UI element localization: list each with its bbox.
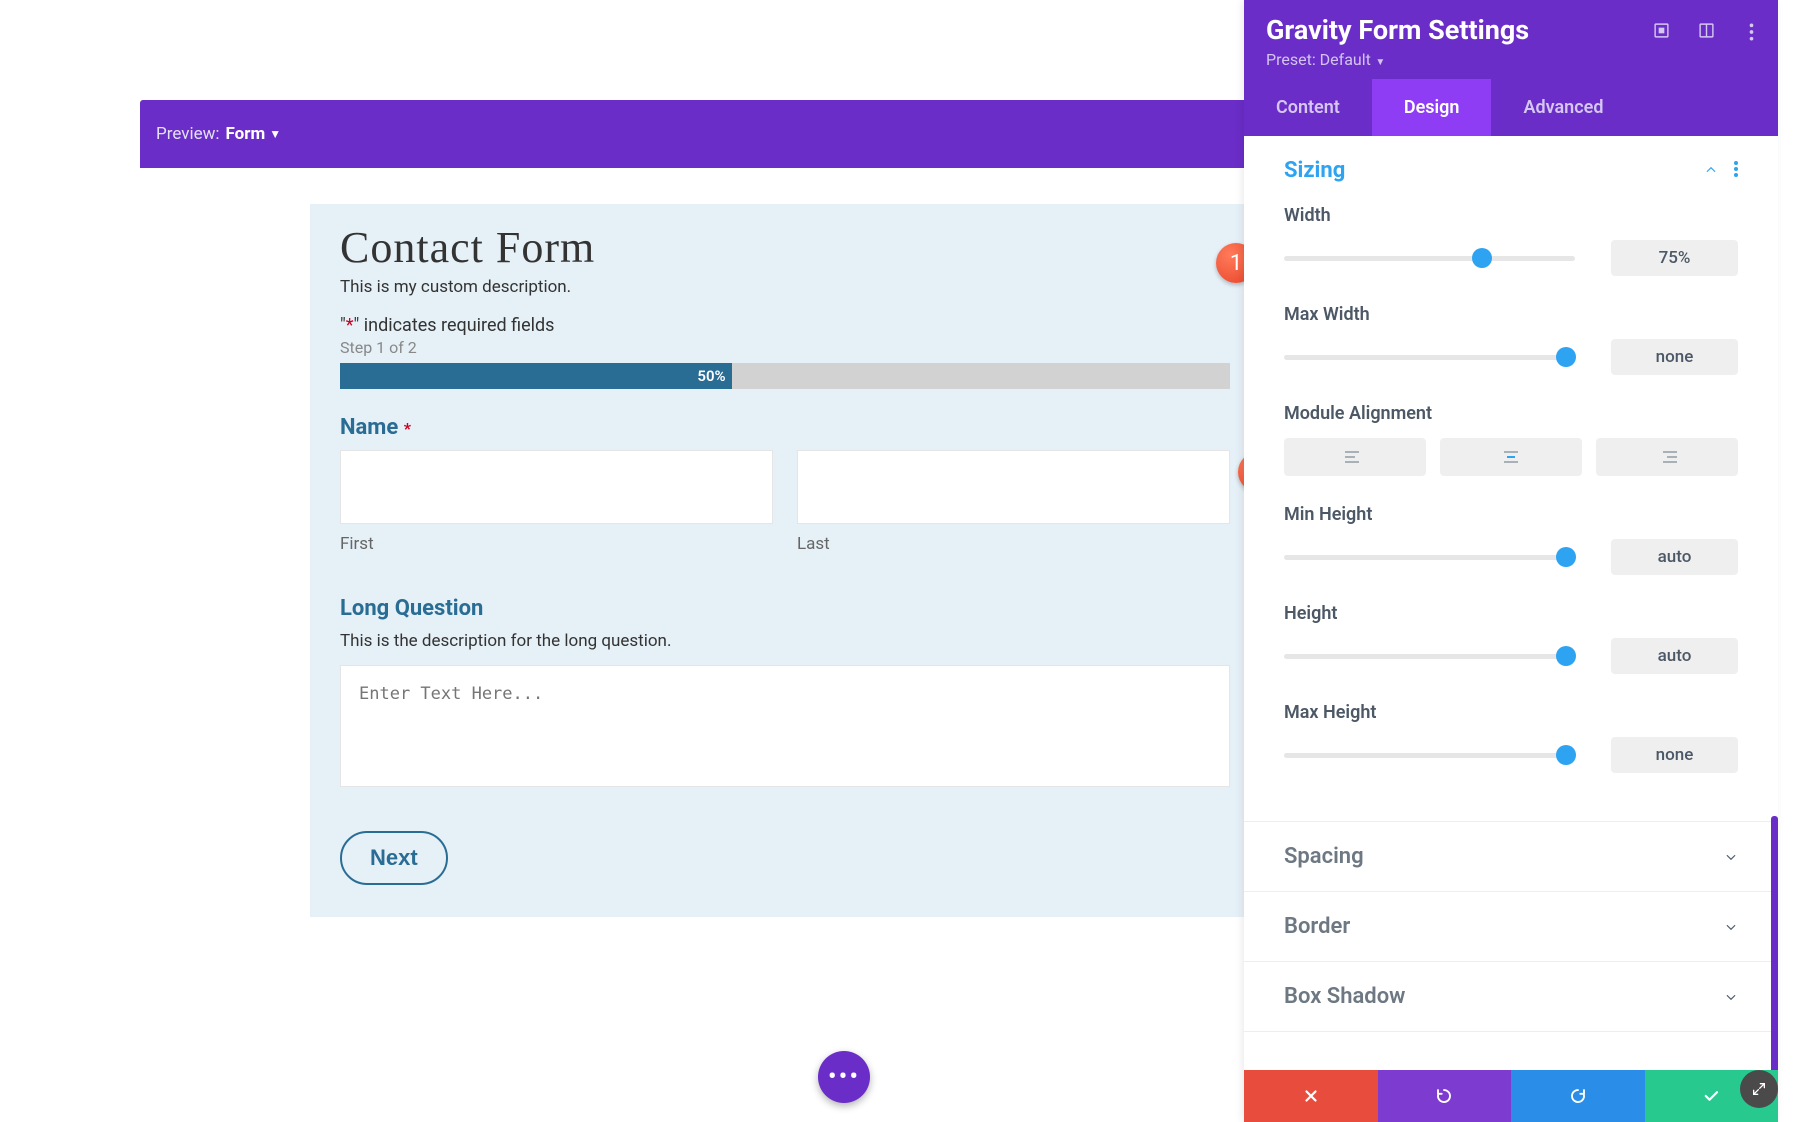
width-slider-thumb[interactable] [1472, 248, 1492, 268]
preset-dropdown[interactable]: Preset: Default ▼ [1266, 50, 1756, 69]
width-value[interactable]: 75% [1611, 240, 1738, 276]
chevron-down-icon [1724, 920, 1738, 934]
min-height-value[interactable]: auto [1611, 539, 1738, 575]
redo-icon [1569, 1087, 1587, 1105]
section-border-header[interactable]: Border [1244, 892, 1778, 961]
required-note: "*" indicates required fields [340, 315, 1230, 336]
long-question-textarea[interactable] [340, 665, 1230, 787]
section-spacing-title: Spacing [1284, 844, 1364, 869]
long-question-description: This is the description for the long que… [340, 631, 1230, 651]
tab-content[interactable]: Content [1244, 79, 1372, 136]
panel-footer [1244, 1070, 1778, 1122]
height-value[interactable]: auto [1611, 638, 1738, 674]
height-label: Height [1284, 603, 1738, 624]
min-height-slider[interactable] [1284, 555, 1575, 560]
redo-button[interactable] [1511, 1070, 1645, 1122]
align-left-button[interactable] [1284, 438, 1426, 476]
width-slider[interactable] [1284, 256, 1575, 261]
progress-percent: 50% [697, 367, 725, 385]
section-menu-icon[interactable] [1734, 161, 1738, 177]
panel-body[interactable]: Sizing Width 75% Max W [1244, 136, 1778, 1070]
max-width-label: Max Width [1284, 304, 1738, 325]
settings-panel: Gravity Form Settings Preset: Default ▼ … [1244, 0, 1778, 1122]
control-min-height: Min Height auto [1284, 504, 1738, 575]
first-name-sublabel: First [340, 534, 773, 554]
section-box-shadow-header[interactable]: Box Shadow [1244, 962, 1778, 1031]
expand-fab[interactable] [1740, 1070, 1778, 1108]
chevron-down-icon [1724, 850, 1738, 864]
expand-icon [1751, 1081, 1767, 1097]
form-container: Contact Form This is my custom descripti… [310, 204, 1260, 917]
preview-dropdown[interactable]: Form [226, 124, 266, 144]
align-center-button[interactable] [1440, 438, 1582, 476]
width-label: Width [1284, 205, 1738, 226]
control-module-alignment: Module Alignment [1284, 403, 1738, 476]
chevron-down-icon [1724, 990, 1738, 1004]
preview-label: Preview: [156, 124, 220, 144]
tab-design[interactable]: Design [1372, 79, 1492, 136]
tab-advanced[interactable]: Advanced [1491, 79, 1635, 136]
section-sizing-header[interactable]: Sizing [1244, 136, 1778, 205]
control-max-height: Max Height none [1284, 702, 1738, 773]
undo-button[interactable] [1378, 1070, 1512, 1122]
panel-tabs: Content Design Advanced [1244, 79, 1778, 136]
responsive-icon[interactable] [1653, 22, 1670, 46]
section-sizing-content: Width 75% Max Width none [1244, 205, 1778, 821]
max-width-slider-thumb[interactable] [1556, 347, 1576, 367]
close-icon [1302, 1087, 1320, 1105]
last-name-sublabel: Last [797, 534, 1230, 554]
step-indicator: Step 1 of 2 [340, 338, 1230, 357]
form-description: This is my custom description. [340, 277, 1230, 297]
section-spacing-header[interactable]: Spacing [1244, 822, 1778, 891]
next-button[interactable]: Next [340, 831, 448, 885]
section-box-shadow-title: Box Shadow [1284, 984, 1405, 1009]
first-name-input[interactable] [340, 450, 773, 524]
cancel-button[interactable] [1244, 1070, 1378, 1122]
check-icon [1702, 1087, 1720, 1105]
progress-bar: 50% [340, 363, 1230, 389]
min-height-label: Min Height [1284, 504, 1738, 525]
help-icon[interactable] [1698, 22, 1715, 46]
max-height-slider[interactable] [1284, 753, 1575, 758]
caret-down-icon[interactable]: ▼ [269, 127, 281, 141]
height-slider-thumb[interactable] [1556, 646, 1576, 666]
name-field-label: Name * [340, 415, 1230, 440]
undo-icon [1435, 1087, 1453, 1105]
name-field-row: First Last [340, 450, 1230, 554]
scrollbar-thumb[interactable] [1771, 816, 1778, 1070]
kebab-menu-icon[interactable] [1743, 22, 1760, 46]
form-title: Contact Form [340, 222, 1230, 273]
more-dots-icon: ••• [828, 1062, 860, 1092]
height-slider[interactable] [1284, 654, 1575, 659]
max-height-slider-thumb[interactable] [1556, 745, 1576, 765]
fab-more-button[interactable]: ••• [818, 1051, 870, 1103]
max-height-value[interactable]: none [1611, 737, 1738, 773]
panel-header: Gravity Form Settings Preset: Default ▼ [1244, 0, 1778, 79]
align-right-button[interactable] [1596, 438, 1738, 476]
max-width-value[interactable]: none [1611, 339, 1738, 375]
progress-fill: 50% [340, 363, 732, 389]
chevron-up-icon [1704, 163, 1718, 177]
last-name-input[interactable] [797, 450, 1230, 524]
min-height-slider-thumb[interactable] [1556, 547, 1576, 567]
section-border-title: Border [1284, 914, 1350, 939]
control-max-width: Max Width none [1284, 304, 1738, 375]
max-height-label: Max Height [1284, 702, 1738, 723]
max-width-slider[interactable] [1284, 355, 1575, 360]
control-width: Width 75% [1284, 205, 1738, 276]
module-alignment-label: Module Alignment [1284, 403, 1738, 424]
preview-area: Preview: Form ▼ Contact Form This is my … [0, 0, 1258, 1122]
long-question-label: Long Question [340, 596, 1230, 621]
section-sizing-title: Sizing [1284, 158, 1345, 183]
control-height: Height auto [1284, 603, 1738, 674]
preview-header: Preview: Form ▼ [140, 100, 1260, 168]
